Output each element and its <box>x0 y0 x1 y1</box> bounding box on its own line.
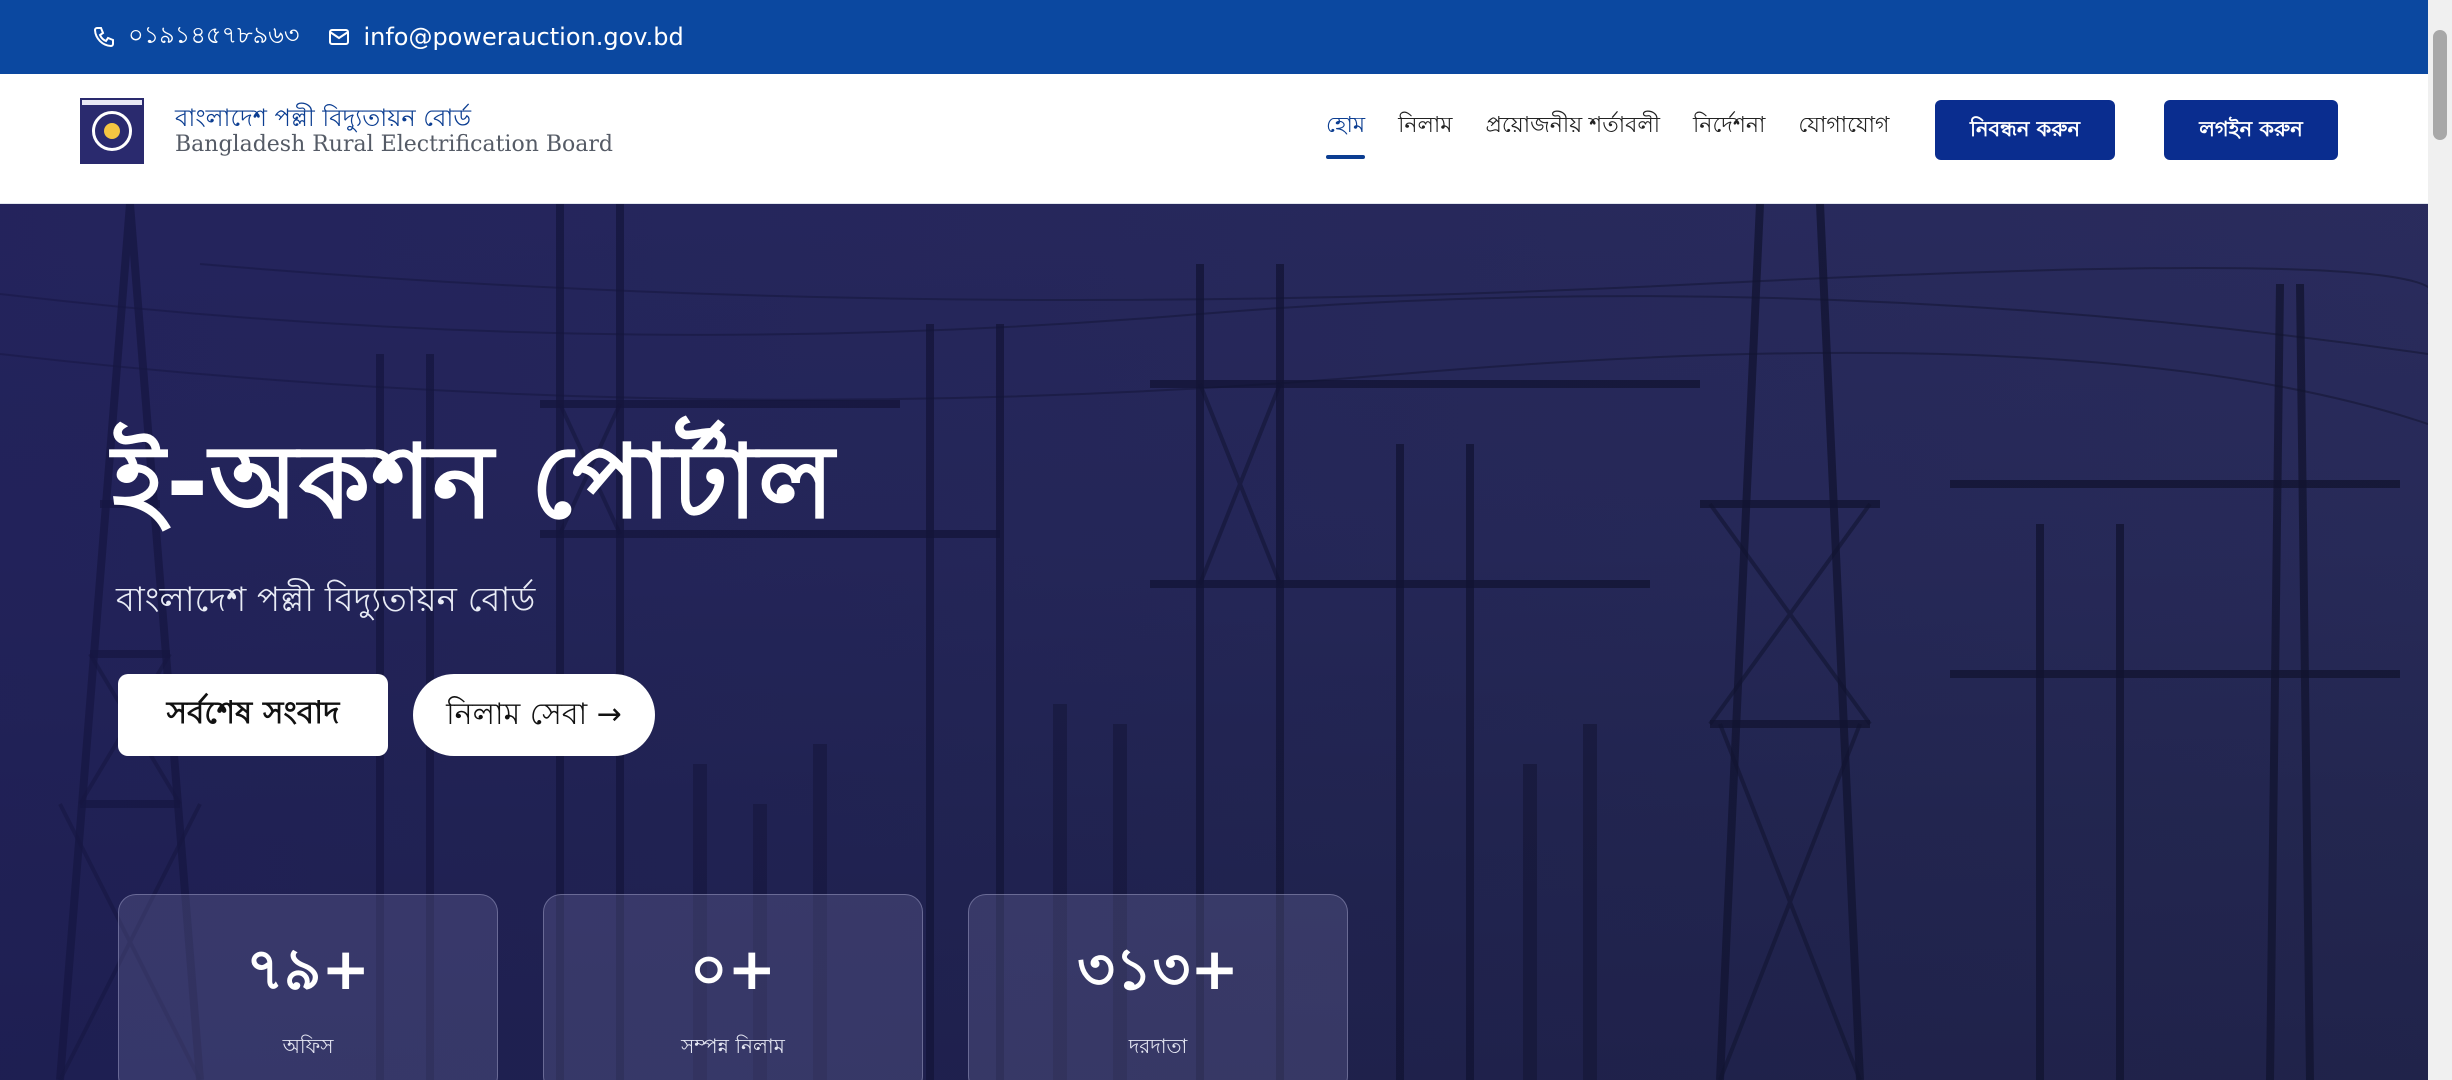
nav-contact[interactable]: যোগাযোগ <box>1798 108 1889 159</box>
email-address: info@powerauction.gov.bd <box>363 23 684 51</box>
stat-label: দরদাতা <box>1128 1034 1188 1058</box>
stat-value: ৩১৩+ <box>1077 935 1239 1003</box>
phone-icon <box>93 27 114 48</box>
stat-label: অফিস <box>282 1034 334 1058</box>
hero-title: ই-অকশন পোর্টাল <box>112 423 836 542</box>
page-scrollbar[interactable] <box>2428 0 2452 1080</box>
hero-section: ই-অকশন পোর্টাল বাংলাদেশ পল্লী বিদ্যুতায়… <box>0 204 2428 1080</box>
main-nav: হোম নিলাম প্রয়োজনীয় শর্তাবলী নির্দেশনা… <box>1326 108 1922 159</box>
stat-card-completed-auctions: ০+ সম্পন্ন নিলাম <box>543 894 923 1080</box>
register-button[interactable]: নিবন্ধন করুন <box>1935 100 2115 160</box>
phone-contact[interactable]: ০১৯১৪৫৭৮৯৬৩ <box>92 17 299 57</box>
mail-icon <box>329 29 350 45</box>
nav-home[interactable]: হোম <box>1326 108 1366 159</box>
stat-label: সম্পন্ন নিলাম <box>681 1034 785 1058</box>
stat-value: ৭৯+ <box>246 935 370 1003</box>
stat-card-offices: ৭৯+ অফিস <box>118 894 498 1080</box>
phone-number: ০১৯১৪৫৭৮৯৬৩ <box>128 21 300 49</box>
stat-value: ০+ <box>689 935 777 1003</box>
brand-name-english: Bangladesh Rural Electrification Board <box>175 132 613 157</box>
latest-news-button[interactable]: সর্বশেষ সংবাদ <box>118 674 388 756</box>
scrollbar-thumb[interactable] <box>2433 30 2447 140</box>
site-header: বাংলাদেশ পল্লী বিদ্যুতায়ন বোর্ড Banglad… <box>0 74 2428 204</box>
auction-service-button[interactable]: নিলাম সেবা → <box>413 674 655 756</box>
email-contact[interactable]: info@powerauction.gov.bd <box>327 23 684 51</box>
hero-subtitle: বাংলাদেশ পল্লী বিদ্যুতায়ন বোর্ড <box>116 580 536 620</box>
contact-bar: ০১৯১৪৫৭৮৯৬৩ info@powerauction.gov.bd <box>0 0 2428 74</box>
breb-logo[interactable] <box>80 98 144 164</box>
stat-card-bidders: ৩১৩+ দরদাতা <box>968 894 1348 1080</box>
login-button[interactable]: লগইন করুন <box>2164 100 2338 160</box>
nav-auction[interactable]: নিলাম <box>1398 108 1452 159</box>
nav-instructions[interactable]: নির্দেশনা <box>1693 108 1765 159</box>
nav-terms[interactable]: প্রয়োজনীয় শর্তাবলী <box>1486 108 1661 159</box>
